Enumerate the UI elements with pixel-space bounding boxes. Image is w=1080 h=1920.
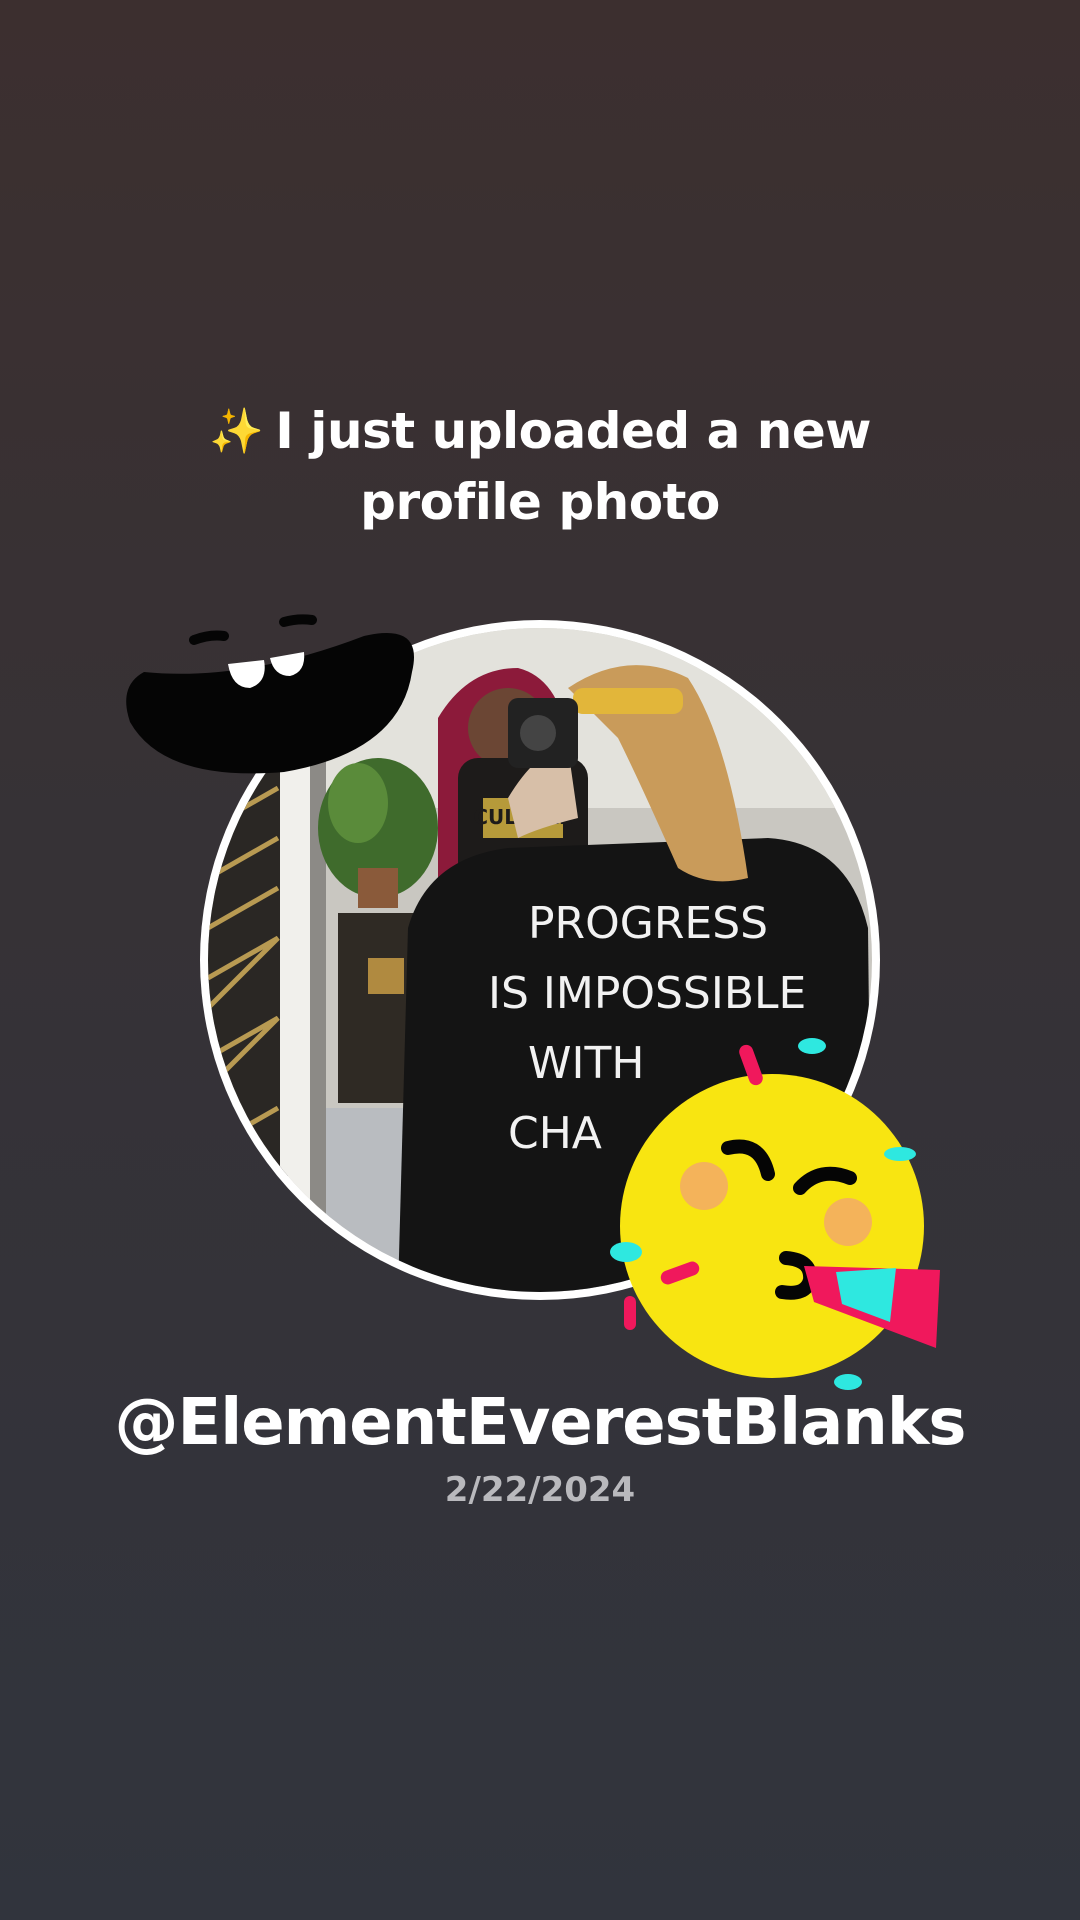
upload-date: 2/22/2024 — [444, 1470, 636, 1510]
party-face-sticker — [600, 1030, 960, 1400]
headline: ✨ I just uploaded a new profile photo — [140, 396, 940, 537]
laughing-mouth-sticker — [124, 612, 424, 782]
shirt-text-line-1: PROGRESS — [528, 898, 768, 949]
headline-text-line-1: I just uploaded a new — [275, 402, 871, 460]
shirt-text-line-2: IS IMPOSSIBLE — [488, 968, 806, 1019]
headline-line-1: ✨ I just uploaded a new — [140, 396, 940, 467]
sparkles-icon: ✨ — [209, 406, 264, 457]
shirt-text-line-4: CHA — [508, 1108, 602, 1159]
profile-username[interactable]: @ElementEverestBlanks — [40, 1380, 1040, 1466]
profile-photo-update-screen: { "headline": { "icon": "sparkles-icon",… — [0, 0, 1080, 1920]
headline-text-line-2: profile photo — [360, 473, 720, 531]
